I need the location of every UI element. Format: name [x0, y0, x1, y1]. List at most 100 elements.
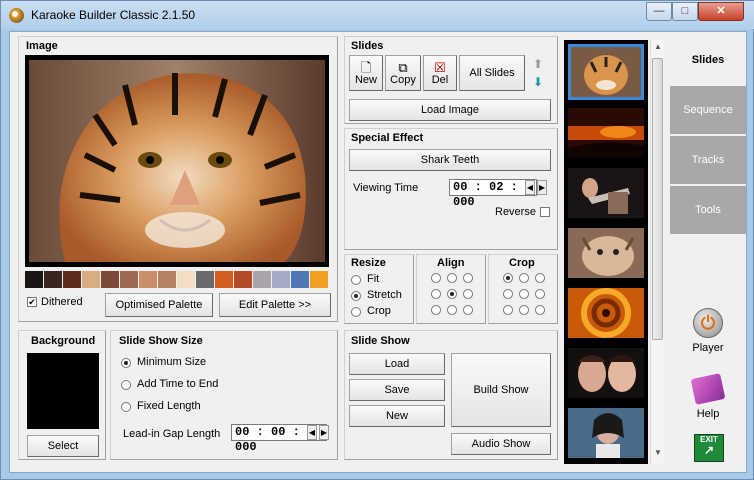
crop-position-radio[interactable] [519, 273, 529, 283]
copy-slide-label: Copy [390, 73, 416, 86]
palette-swatch[interactable] [310, 271, 328, 288]
viewing-time-input[interactable]: 00 : 02 : 000 [449, 179, 537, 209]
crop-position-radio[interactable] [519, 289, 529, 299]
edit-palette-button[interactable]: Edit Palette >> [219, 293, 331, 317]
palette-swatch[interactable] [291, 271, 309, 288]
crop-position-radio[interactable] [519, 305, 529, 315]
tab-slides[interactable]: Slides [670, 36, 746, 84]
help-button[interactable]: Help [678, 373, 738, 420]
exit-button[interactable]: EXIT ↗ [694, 434, 724, 462]
tab-sequence[interactable]: Sequence [670, 86, 746, 134]
load-image-button[interactable]: Load Image [349, 99, 551, 121]
close-button[interactable]: ✕ [698, 2, 744, 21]
image-preview[interactable] [25, 55, 329, 267]
load-show-button[interactable]: Load [349, 353, 445, 375]
build-show-button[interactable]: Build Show [451, 353, 551, 427]
resize-crop-radio[interactable] [351, 307, 361, 317]
align-position-radio[interactable] [431, 289, 441, 299]
slides-panel-label: Slides [351, 40, 384, 52]
special-effect-panel: Special Effect Shark Teeth Viewing Time … [344, 128, 558, 250]
player-button[interactable]: ⏻ Player [678, 308, 738, 354]
thumbnail-cat[interactable] [568, 228, 644, 278]
copy-slide-button[interactable]: ⧉ Copy [385, 55, 421, 91]
minimize-button[interactable]: — [646, 2, 672, 21]
reverse-checkbox[interactable] [540, 207, 550, 217]
window-title: Karaoke Builder Classic 2.1.50 [31, 8, 196, 22]
save-show-button[interactable]: Save [349, 379, 445, 401]
reverse-label: Reverse [495, 206, 536, 218]
align-position-radio[interactable] [463, 305, 473, 315]
delete-slide-button[interactable]: ☒ Del [423, 55, 457, 91]
crop-position-radio[interactable] [535, 289, 545, 299]
minimum-size-radio[interactable] [121, 358, 131, 368]
palette-swatch[interactable] [120, 271, 138, 288]
color-palette [25, 271, 329, 288]
move-up-icon[interactable]: ⬆ [533, 57, 543, 71]
align-position-radio[interactable] [447, 289, 457, 299]
lead-in-gap-label: Lead-in Gap Length [123, 428, 221, 440]
lead-in-increase[interactable]: ▶ [319, 425, 329, 440]
scroll-up-icon[interactable]: ▲ [652, 42, 664, 54]
resize-stretch-radio[interactable] [351, 291, 361, 301]
tab-tracks[interactable]: Tracks [670, 136, 746, 184]
palette-swatch[interactable] [82, 271, 100, 288]
align-position-radio[interactable] [447, 305, 457, 315]
crop-position-radio[interactable] [503, 305, 513, 315]
palette-swatch[interactable] [253, 271, 271, 288]
thumbnail-sunset[interactable] [568, 108, 644, 158]
palette-swatch[interactable] [139, 271, 157, 288]
thumbnail-scrollbar[interactable]: ▲ ▼ [650, 40, 664, 464]
palette-swatch[interactable] [215, 271, 233, 288]
optimised-palette-button[interactable]: Optimised Palette [105, 293, 213, 317]
thumbnail-spiral[interactable] [568, 288, 644, 338]
thumbnail-singer[interactable] [568, 408, 644, 458]
lead-in-decrease[interactable]: ◀ [307, 425, 317, 440]
new-slide-button[interactable]: 🗋 New [349, 55, 383, 91]
align-position-radio[interactable] [463, 289, 473, 299]
add-time-label: Add Time to End [137, 378, 219, 390]
palette-swatch[interactable] [272, 271, 290, 288]
palette-swatch[interactable] [158, 271, 176, 288]
tiger-image [29, 60, 325, 262]
viewing-time-decrease[interactable]: ◀ [525, 180, 535, 195]
viewing-time-increase[interactable]: ▶ [537, 180, 547, 195]
palette-swatch[interactable] [63, 271, 81, 288]
palette-swatch[interactable] [44, 271, 62, 288]
background-select-button[interactable]: Select [27, 435, 99, 457]
resize-crop-label: Crop [367, 305, 391, 317]
align-position-radio[interactable] [431, 273, 441, 283]
background-color-swatch[interactable] [27, 353, 99, 429]
palette-swatch[interactable] [177, 271, 195, 288]
slide-show-panel: Slide Show Load Save New Build Show Audi… [344, 330, 558, 460]
tab-tools[interactable]: Tools [670, 186, 746, 234]
fixed-length-radio[interactable] [121, 402, 131, 412]
palette-swatch[interactable] [25, 271, 43, 288]
app-icon[interactable] [9, 8, 24, 23]
crop-position-radio[interactable] [503, 273, 513, 283]
align-position-radio[interactable] [463, 273, 473, 283]
resize-fit-radio[interactable] [351, 275, 361, 285]
palette-swatch[interactable] [101, 271, 119, 288]
scrollbar-thumb[interactable] [652, 58, 663, 340]
audio-show-button[interactable]: Audio Show [451, 433, 551, 455]
thumbnail-guitarist[interactable] [568, 168, 644, 218]
scroll-down-icon[interactable]: ▼ [652, 448, 664, 460]
crop-position-radio[interactable] [535, 273, 545, 283]
effect-select-button[interactable]: Shark Teeth [349, 149, 551, 171]
thumbnail-faces[interactable] [568, 348, 644, 398]
align-position-radio[interactable] [447, 273, 457, 283]
new-show-button[interactable]: New [349, 405, 445, 427]
maximize-button[interactable]: □ [672, 2, 698, 21]
all-slides-button[interactable]: All Slides [459, 55, 525, 91]
player-label: Player [692, 342, 724, 354]
palette-swatch[interactable] [234, 271, 252, 288]
palette-swatch[interactable] [196, 271, 214, 288]
move-down-icon[interactable]: ⬇ [533, 75, 543, 89]
align-position-radio[interactable] [431, 305, 441, 315]
align-label: Align [437, 257, 465, 269]
crop-position-radio[interactable] [503, 289, 513, 299]
dithered-checkbox[interactable]: ✔ [27, 297, 37, 307]
crop-position-radio[interactable] [535, 305, 545, 315]
add-time-radio[interactable] [121, 380, 131, 390]
thumbnail-tiger[interactable] [568, 44, 644, 100]
